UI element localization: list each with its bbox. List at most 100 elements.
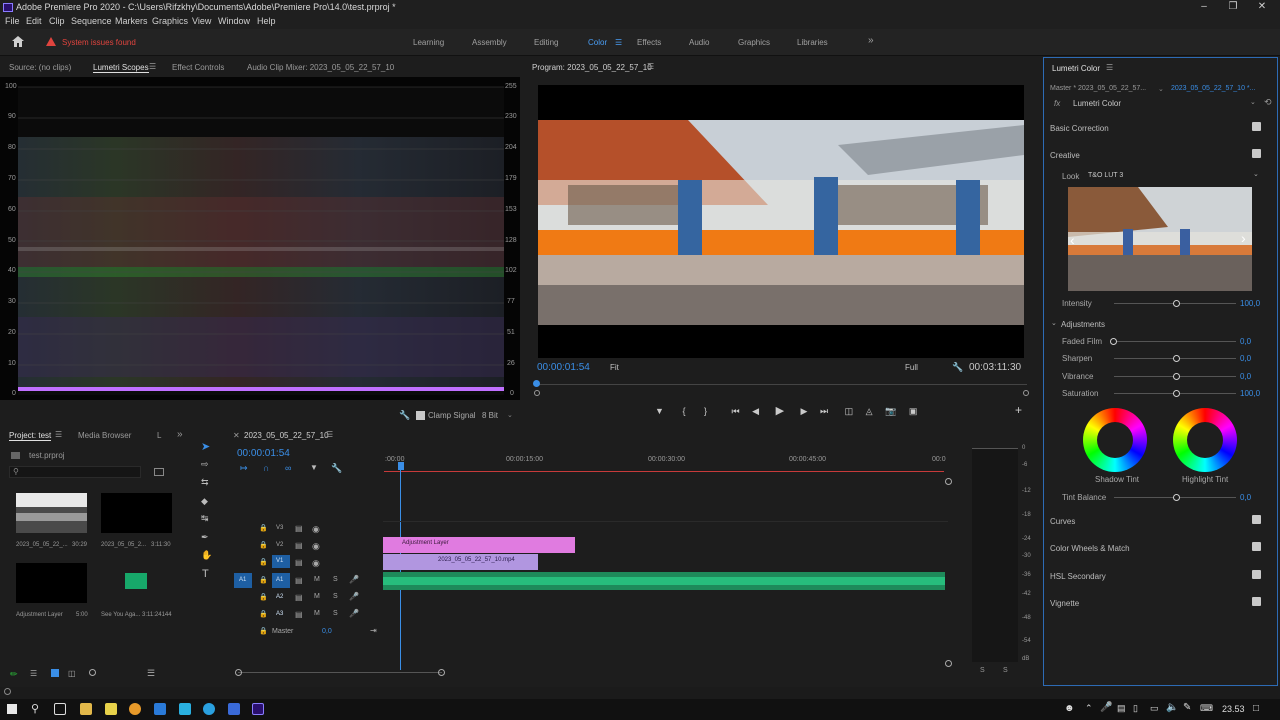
master-track-value[interactable]: 0,0 xyxy=(322,628,332,635)
clock[interactable]: 23.53 xyxy=(1222,704,1245,714)
type-tool-icon[interactable]: T xyxy=(202,568,209,580)
curves-header[interactable]: Curves xyxy=(1050,517,1075,526)
volume-icon[interactable]: 🔈 xyxy=(1166,702,1178,713)
new-bin-icon[interactable] xyxy=(154,468,164,476)
playhead-handle[interactable] xyxy=(398,462,404,470)
v1-lock-icon[interactable]: 🔒 xyxy=(259,558,268,566)
ws-color-menu-icon[interactable]: ☰ xyxy=(615,38,622,47)
task-view-icon[interactable] xyxy=(54,703,66,715)
v3-eye-icon[interactable]: ◉ xyxy=(312,524,320,535)
battery-icon[interactable]: ▯ xyxy=(1133,703,1138,714)
go-to-in-icon[interactable]: ⏮ xyxy=(732,406,740,416)
video-clip[interactable]: 2023_05_05_22_57_10.mp4 xyxy=(383,554,538,570)
a3-sync-icon[interactable]: ▤ xyxy=(295,610,303,619)
thumb-adjustment-layer[interactable] xyxy=(16,563,87,603)
tab-lumetri-scopes[interactable]: Lumetri Scopes xyxy=(93,63,149,73)
insert-nest-icon[interactable]: ↦ xyxy=(240,463,248,474)
chevron-down-icon[interactable]: ⌄ xyxy=(1051,319,1057,327)
effect-selector[interactable]: Lumetri Color xyxy=(1073,99,1121,108)
master-clip-selector[interactable]: Master * 2023_05_05_22_57... xyxy=(1050,85,1146,92)
chevron-up-icon[interactable]: ⌃ xyxy=(1085,703,1093,714)
menu-window[interactable]: Window xyxy=(218,16,250,26)
pen-icon[interactable]: ✎ xyxy=(1183,702,1191,713)
next-look-icon[interactable]: › xyxy=(1241,230,1246,246)
thumb-clip-2[interactable] xyxy=(101,493,172,533)
restore-icon[interactable]: ❐ xyxy=(1225,1,1241,13)
color-wheels-header[interactable]: Color Wheels & Match xyxy=(1050,544,1130,553)
home-icon[interactable] xyxy=(12,36,24,47)
ws-libraries[interactable]: Libraries xyxy=(797,38,828,47)
menu-sequence[interactable]: Sequence xyxy=(71,16,112,26)
master-lock-icon[interactable]: 🔒 xyxy=(259,627,268,635)
v3-label[interactable]: V3 xyxy=(276,525,283,531)
tab-libraries[interactable]: L xyxy=(157,431,161,440)
chevron-down-icon[interactable]: ⌄ xyxy=(1158,85,1164,93)
sort-icon[interactable]: ☰ xyxy=(147,668,155,679)
network-icon[interactable]: ▤ xyxy=(1117,703,1126,714)
v-scroll-handle-bottom[interactable] xyxy=(945,660,952,667)
ws-learning[interactable]: Learning xyxy=(413,38,444,47)
notification-icon[interactable]: □ xyxy=(1253,703,1259,714)
basic-correction-checkbox[interactable] xyxy=(1252,122,1261,131)
menu-edit[interactable]: Edit xyxy=(26,16,42,26)
a3-mic-icon[interactable]: 🎤 xyxy=(349,609,359,618)
tab-audio-clip-mixer[interactable]: Audio Clip Mixer: 2023_05_05_22_57_10 xyxy=(247,63,394,72)
hand-tool-icon[interactable]: ✋ xyxy=(201,550,212,561)
tab-source[interactable]: Source: (no clips) xyxy=(9,63,71,72)
a2-label[interactable]: A2 xyxy=(276,594,283,600)
menu-file[interactable]: File xyxy=(5,16,20,26)
tab-effect-controls[interactable]: Effect Controls xyxy=(172,63,224,72)
settings-wrench-icon[interactable]: 🔧 xyxy=(952,362,963,373)
slip-tool-icon[interactable]: ↹ xyxy=(201,513,209,524)
overflow-icon[interactable]: » xyxy=(868,35,874,46)
freeform-view-icon[interactable]: ◫ xyxy=(68,669,76,678)
creative-checkbox[interactable] xyxy=(1252,149,1261,158)
program-menu-icon[interactable]: ☰ xyxy=(647,62,654,71)
ws-assembly[interactable]: Assembly xyxy=(472,38,507,47)
a1-lock-icon[interactable]: 🔒 xyxy=(259,576,268,584)
add-marker-icon[interactable]: ▼ xyxy=(310,463,318,472)
linked-selection-icon[interactable]: ∞ xyxy=(285,463,291,473)
solo-left-button[interactable]: S xyxy=(980,667,985,674)
v3-lock-icon[interactable]: 🔒 xyxy=(259,524,268,532)
app-icon-3[interactable] xyxy=(228,703,240,715)
menu-help[interactable]: Help xyxy=(257,16,276,26)
add-marker-icon[interactable]: ▼ xyxy=(655,406,664,416)
snap-icon[interactable]: ∩ xyxy=(263,463,269,473)
a2-mic-icon[interactable]: 🎤 xyxy=(349,592,359,601)
lift-icon[interactable]: ◫ xyxy=(845,406,854,416)
basic-correction-header[interactable]: Basic Correction xyxy=(1050,124,1109,133)
app-icon-2[interactable] xyxy=(179,703,191,715)
close-sequence-icon[interactable]: ✕ xyxy=(233,431,240,440)
zoom-slider[interactable] xyxy=(89,669,96,676)
solo-right-button[interactable]: S xyxy=(1003,667,1008,674)
step-back-icon[interactable]: ◀ xyxy=(752,406,759,416)
ws-color[interactable]: Color xyxy=(588,38,607,47)
look-select[interactable]: T&O LUT 3 xyxy=(1088,172,1123,179)
menu-markers[interactable]: Markers xyxy=(115,16,148,26)
fit-select[interactable]: Fit xyxy=(610,363,619,372)
button-editor-plus-icon[interactable]: + xyxy=(1015,403,1022,417)
panel-menu-icon[interactable]: ☰ xyxy=(149,62,156,71)
timeline-settings-icon[interactable]: 🔧 xyxy=(331,463,342,474)
sharpen-value[interactable]: 0,0 xyxy=(1240,354,1251,363)
a1-mic-icon[interactable]: 🎤 xyxy=(349,575,359,584)
menu-clip[interactable]: Clip xyxy=(49,16,65,26)
tint-balance-slider-knob[interactable] xyxy=(1173,494,1180,501)
a2-lock-icon[interactable]: 🔒 xyxy=(259,593,268,601)
a1-sync-icon[interactable]: ▤ xyxy=(295,576,303,585)
program-scrub-bar[interactable] xyxy=(537,384,1027,385)
faded-film-slider-track[interactable] xyxy=(1114,341,1236,342)
source-patch-a1[interactable]: A1 xyxy=(234,573,252,588)
adjustment-layer-clip[interactable]: Adjustment Layer xyxy=(383,537,575,553)
lumetri-menu-icon[interactable]: ☰ xyxy=(1106,63,1113,72)
system-issues-link[interactable]: System issues found xyxy=(62,38,136,47)
wrench-icon[interactable]: 🔧 xyxy=(399,410,410,421)
windows-start-icon[interactable] xyxy=(7,704,17,714)
a1-target[interactable]: A1 xyxy=(272,573,290,588)
reset-icon[interactable]: ⟲ xyxy=(1264,97,1272,108)
edge-icon[interactable] xyxy=(203,703,215,715)
sequence-clip-selector[interactable]: 2023_05_05_22_57_10 *... xyxy=(1171,85,1255,92)
project-menu-icon[interactable]: ☰ xyxy=(55,430,62,439)
tint-balance-value[interactable]: 0,0 xyxy=(1240,493,1251,502)
